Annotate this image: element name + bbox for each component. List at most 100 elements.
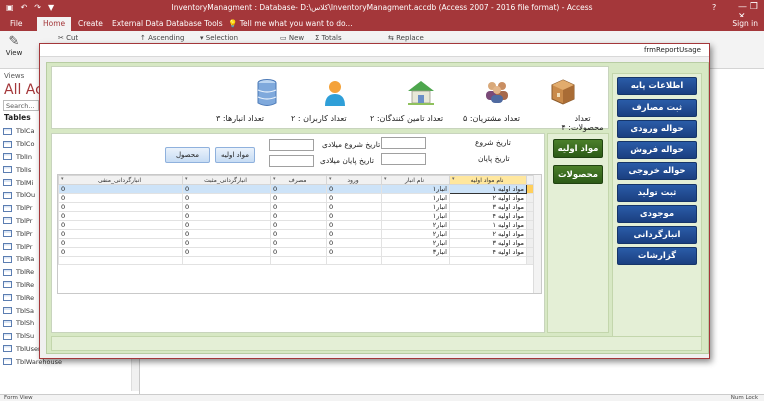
cell-warehouse[interactable]: انبار۲	[381, 238, 450, 248]
end-date-input[interactable]	[381, 153, 426, 165]
report-datasheet[interactable]: ▾ انبارگردانی_منفی ▾ انبارگردانی_مثبت ▾ مصر…	[57, 174, 542, 294]
cell-raw-material[interactable]: مواد اولیه ۲	[449, 229, 527, 239]
start-date-input[interactable]	[381, 137, 426, 149]
cell-raw-material[interactable]: مواد اولیه ۳	[449, 202, 527, 212]
table-row[interactable]: 0 0 0 0 انبار۱ مواد اولیه ۲	[58, 193, 535, 203]
datasheet-scrollbar[interactable]	[533, 175, 541, 293]
product-report-button[interactable]: محصول	[165, 147, 210, 163]
col-header-usage[interactable]: ▾ مصرف	[270, 175, 327, 185]
cell-raw-material[interactable]: مواد اولیه ۴	[449, 247, 527, 257]
help-icon[interactable]: ?	[712, 3, 716, 12]
cell-raw-material[interactable]: مواد اولیه ۱	[449, 184, 527, 194]
col-header-negative-count[interactable]: ▾ انبارگردانی_منفی	[58, 175, 183, 185]
cell-value[interactable]: 0	[326, 202, 382, 212]
empty-cell[interactable]	[326, 255, 382, 266]
table-row[interactable]: 0 0 0 0 انبار۲ مواد اولیه ۲	[58, 229, 535, 239]
start-gregorian-input[interactable]	[269, 139, 314, 151]
cell-value[interactable]: 0	[326, 211, 382, 221]
cell-value[interactable]: 0	[182, 247, 271, 257]
cell-value[interactable]: 0	[270, 193, 327, 203]
col-header-inbound[interactable]: ▾ ورود	[326, 175, 382, 185]
cell-raw-material[interactable]: مواد اولیه ۳	[449, 238, 527, 248]
cell-value[interactable]: 0	[270, 202, 327, 212]
col-header-warehouse[interactable]: ▾ نام انبار	[381, 175, 450, 185]
cell-value[interactable]: 0	[58, 238, 183, 248]
cell-value[interactable]: 0	[270, 220, 327, 230]
view-button[interactable]: ✎ View	[4, 34, 24, 64]
record-usage-button[interactable]: ثبت مصارف	[617, 99, 697, 117]
cell-value[interactable]: 0	[326, 247, 382, 257]
cell-value[interactable]: 0	[182, 184, 271, 194]
empty-cell[interactable]	[270, 255, 327, 266]
reports-button[interactable]: گزارشات	[617, 247, 697, 265]
record-production-button[interactable]: ثبت تولید	[617, 184, 697, 202]
totals-button[interactable]: Σ Totals	[315, 34, 342, 42]
cell-warehouse[interactable]: انبار۱	[381, 211, 450, 221]
basic-info-button[interactable]: اطلاعات پایه	[617, 77, 697, 95]
tab-database-tools[interactable]: Database Tools	[166, 19, 223, 28]
products-button[interactable]: محصولات	[553, 165, 603, 184]
inbound-voucher-button[interactable]: حواله ورودی	[617, 120, 697, 138]
empty-cell[interactable]	[381, 255, 450, 266]
cell-value[interactable]: 0	[326, 220, 382, 230]
cell-warehouse[interactable]: انبار۳	[381, 247, 450, 257]
cell-raw-material[interactable]: مواد اولیه ۴	[449, 211, 527, 221]
ascending-button[interactable]: ↑ Ascending	[140, 34, 184, 42]
cell-value[interactable]: 0	[270, 211, 327, 221]
form-title-bar[interactable]: frmReportUsage	[40, 44, 709, 57]
empty-cell[interactable]	[58, 255, 183, 266]
replace-button[interactable]: ⇆ Replace	[388, 34, 424, 42]
table-row[interactable]: 0 0 0 0 انبار۱ مواد اولیه ۴	[58, 211, 535, 221]
cell-value[interactable]: 0	[58, 193, 183, 203]
cell-value[interactable]: 0	[270, 229, 327, 239]
tab-external-data[interactable]: External Data	[112, 19, 163, 28]
table-row[interactable]: 0 0 0 0 انبار۲ مواد اولیه ۱	[58, 220, 535, 230]
empty-cell[interactable]	[182, 255, 271, 266]
cell-value[interactable]: 0	[326, 184, 382, 194]
cell-warehouse[interactable]: انبار۲	[381, 220, 450, 230]
cell-value[interactable]: 0	[270, 184, 327, 194]
cell-value[interactable]: 0	[182, 238, 271, 248]
cell-warehouse[interactable]: انبار۱	[381, 193, 450, 203]
cell-value[interactable]: 0	[182, 193, 271, 203]
tab-file[interactable]: File	[10, 19, 23, 28]
raw-materials-report-button[interactable]: مواد اولیه	[215, 147, 255, 163]
empty-cell[interactable]	[449, 255, 527, 266]
cell-value[interactable]: 0	[182, 220, 271, 230]
cell-raw-material[interactable]: مواد اولیه ۲	[449, 193, 527, 203]
sales-voucher-button[interactable]: حواله فروش	[617, 141, 697, 159]
cell-value[interactable]: 0	[58, 229, 183, 239]
cell-value[interactable]: 0	[326, 238, 382, 248]
raw-materials-button[interactable]: مواد اولیه	[553, 139, 603, 158]
table-row[interactable]: 0 0 0 0 انبار۱ مواد اولیه ۱	[58, 184, 535, 194]
cell-value[interactable]: 0	[58, 211, 183, 221]
cell-value[interactable]: 0	[182, 202, 271, 212]
table-row[interactable]: 0 0 0 0 انبار۳ مواد اولیه ۴	[58, 247, 535, 257]
table-row[interactable]: 0 0 0 0 انبار۲ مواد اولیه ۳	[58, 238, 535, 248]
cell-value[interactable]: 0	[58, 247, 183, 257]
inventory-button[interactable]: موجودی	[617, 205, 697, 223]
cell-value[interactable]: 0	[58, 220, 183, 230]
cell-value[interactable]: 0	[58, 202, 183, 212]
cell-value[interactable]: 0	[326, 229, 382, 239]
end-gregorian-input[interactable]	[269, 155, 314, 167]
cell-value[interactable]: 0	[270, 238, 327, 248]
cell-value[interactable]: 0	[182, 229, 271, 239]
stock-count-button[interactable]: انبارگردانی	[617, 226, 697, 244]
cut-button[interactable]: ✂ Cut	[58, 34, 78, 42]
selection-button[interactable]: ▾ Selection	[200, 34, 238, 42]
col-header-positive-count[interactable]: ▾ انبارگردانی_مثبت	[182, 175, 271, 185]
cell-warehouse[interactable]: انبار۲	[381, 229, 450, 239]
sign-in-link[interactable]: Sign in	[732, 19, 758, 28]
outbound-voucher-button[interactable]: حواله خروجی	[617, 162, 697, 180]
cell-value[interactable]: 0	[58, 184, 183, 194]
col-header-raw-material[interactable]: ▾ نام مواد اولیه	[449, 175, 527, 185]
cell-raw-material[interactable]: مواد اولیه ۱	[449, 220, 527, 230]
nav-search-input[interactable]: Search...	[3, 100, 39, 111]
new-record-button[interactable]: ▭ New	[280, 34, 304, 42]
tables-group-header[interactable]: Tables	[4, 113, 31, 122]
cell-value[interactable]: 0	[270, 247, 327, 257]
tell-me-box[interactable]: 💡 Tell me what you want to do...	[228, 19, 353, 28]
cell-warehouse[interactable]: انبار۱	[381, 202, 450, 212]
tab-create[interactable]: Create	[78, 19, 103, 28]
